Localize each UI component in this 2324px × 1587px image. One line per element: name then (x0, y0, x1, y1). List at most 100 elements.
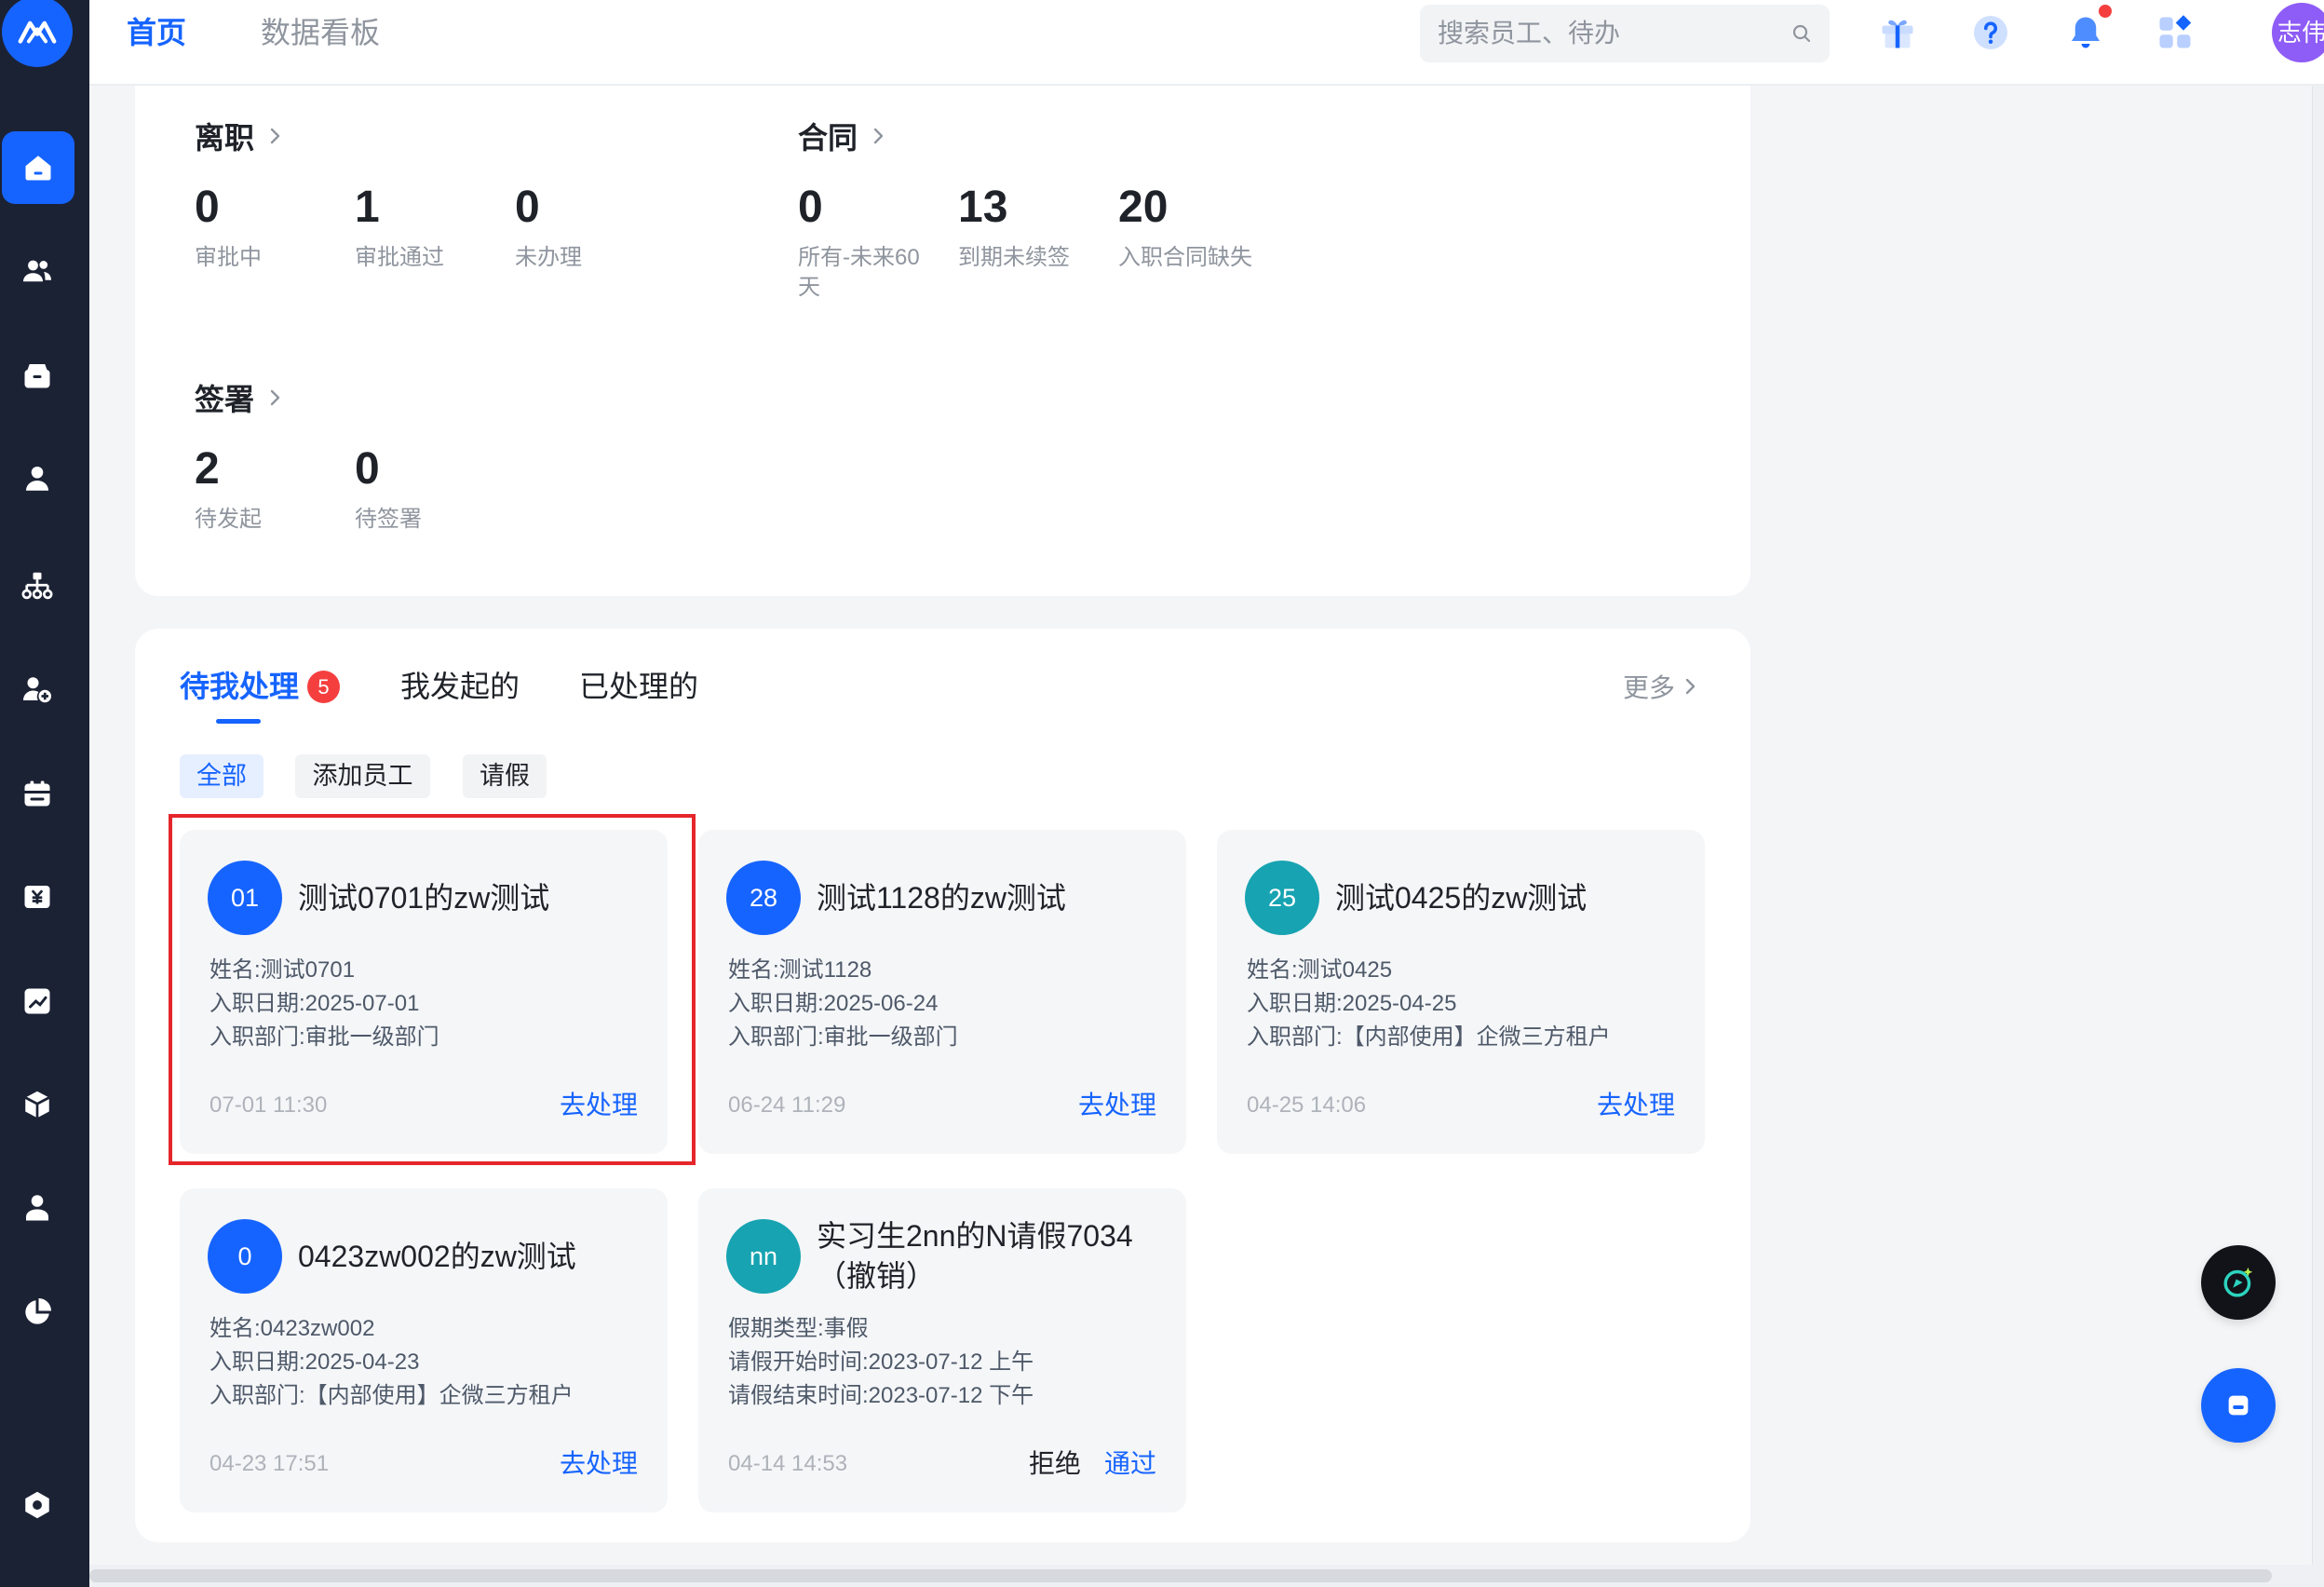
sidebar-item-analytics[interactable] (5, 1280, 70, 1345)
stat-signing-to-sign[interactable]: 0 待签署 (355, 441, 515, 535)
stat-contract-missing[interactable]: 20 入职合同缺失 (1118, 180, 1278, 303)
chat-button[interactable] (2201, 1368, 2276, 1443)
tab-initiated-by-me[interactable]: 我发起的 (400, 666, 520, 707)
stat-resignation-unprocessed[interactable]: 0 未办理 (515, 180, 675, 273)
chevron-right-icon (270, 389, 280, 406)
task-detail-line: 姓名:测试0425 (1247, 957, 1393, 983)
filter-chip-leave[interactable]: 请假 (463, 754, 547, 798)
resignation-group: 离职 0 审批中 1 审批通过 0 未办理 (195, 113, 675, 273)
apps-icon (2159, 15, 2192, 48)
process-button[interactable]: 去处理 (1078, 1088, 1156, 1123)
team-icon (23, 260, 51, 282)
sidebar-item-cube[interactable] (5, 1072, 70, 1137)
reject-button[interactable]: 拒绝 (1029, 1446, 1081, 1482)
process-button[interactable]: 去处理 (1597, 1088, 1675, 1123)
task-avatar: 28 (726, 861, 801, 935)
task-card[interactable]: 0 0423zw002的zw测试 姓名:0423zw002 入职日期:2025-… (180, 1188, 668, 1512)
apps-button[interactable] (2155, 13, 2195, 52)
pie-chart-icon (25, 1298, 51, 1324)
task-detail-line: 请假开始时间:2023-07-12 上午 (728, 1350, 1034, 1375)
profile-icon (26, 1195, 48, 1221)
stat-value: 13 (958, 183, 1008, 232)
add-user-icon (23, 677, 51, 703)
tab-data-dashboard[interactable]: 数据看板 (261, 11, 380, 54)
help-button[interactable] (1971, 13, 2010, 52)
tab-processed[interactable]: 已处理的 (579, 666, 698, 707)
horizontal-scrollbar[interactable] (89, 1565, 2324, 1587)
process-button[interactable]: 去处理 (560, 1088, 638, 1123)
stat-resignation-approved[interactable]: 1 审批通过 (355, 180, 515, 273)
search-input[interactable] (1420, 5, 1774, 62)
user-avatar[interactable]: 志伟 (2272, 3, 2324, 62)
task-card[interactable]: 25 测试0425的zw测试 姓名:测试0425 入职日期:2025-04-25… (1217, 830, 1705, 1154)
archive-icon (24, 364, 50, 388)
sidebar-item-add-user[interactable] (5, 657, 70, 722)
task-title: 测试0425的zw测试 (1335, 880, 1588, 915)
stat-value: 20 (1118, 183, 1169, 232)
stat-contract-not-renewed[interactable]: 13 到期未续签 (958, 180, 1118, 303)
notifications-button[interactable] (2066, 13, 2105, 52)
sidebar-item-report[interactable] (5, 969, 70, 1034)
chat-icon (2228, 1395, 2249, 1416)
stat-label: 待签署 (355, 507, 422, 532)
task-list: 01 测试0701的zw测试 姓名:测试0701 入职日期:2025-07-01… (180, 830, 1705, 1512)
sidebar-item-org-chart[interactable] (5, 553, 70, 618)
contract-title: 合同 (798, 121, 858, 155)
task-detail-line: 入职日期:2025-04-23 (209, 1350, 420, 1375)
filter-chip-add-employee[interactable]: 添加员工 (295, 754, 430, 798)
task-detail-line: 姓名:0423zw002 (209, 1316, 375, 1341)
more-link[interactable]: 更多 (1623, 668, 1701, 705)
task-title: 测试1128的zw测试 (817, 880, 1066, 915)
signing-title: 签署 (195, 383, 255, 416)
task-card[interactable]: 28 测试1128的zw测试 姓名:测试1128 入职日期:2025-06-24… (698, 830, 1186, 1154)
salary-icon (24, 886, 50, 908)
sidebar-item-profile[interactable] (5, 1175, 70, 1241)
sidebar-item-team[interactable] (5, 238, 70, 304)
more-label: 更多 (1623, 673, 1676, 702)
sidebar-item-archive[interactable] (5, 343, 70, 408)
tab-my-pending[interactable]: 待我处理 (180, 666, 299, 707)
stat-contract-expiring[interactable]: 0 所有-未来60天 (798, 180, 958, 303)
stat-value: 0 (355, 444, 380, 494)
ai-assistant-icon (2223, 1267, 2253, 1297)
settings-icon (25, 1491, 49, 1519)
hr-stats-card: 离职 0 审批中 1 审批通过 0 未办理 合同 0 所有-未来60天 13 到… (135, 37, 1750, 596)
sidebar-item-employee[interactable] (5, 446, 70, 511)
filter-chip-all[interactable]: 全部 (180, 754, 263, 798)
ai-assistant-button[interactable] (2201, 1245, 2276, 1320)
contract-title-link[interactable]: 合同 (798, 113, 1278, 159)
task-avatar: nn (726, 1219, 801, 1294)
process-button[interactable]: 去处理 (560, 1446, 638, 1482)
gift-button[interactable] (1878, 13, 1917, 52)
sidebar-item-home[interactable] (2, 131, 74, 204)
logo-icon[interactable] (2, 0, 73, 67)
search-icon[interactable] (1790, 22, 1813, 45)
top-header: 首页 数据看板 志伟 (89, 0, 2324, 86)
task-title: 0423zw002的zw测试 (298, 1239, 576, 1273)
task-card[interactable]: nn 实习生2nn的N请假7034（撤销） 假期类型:事假 请假开始时间:202… (698, 1188, 1186, 1512)
vertical-scrollbar[interactable] (2312, 86, 2324, 1565)
stat-signing-to-initiate[interactable]: 2 待发起 (195, 441, 355, 535)
sidebar-item-salary[interactable] (5, 864, 70, 929)
sidebar-item-calendar[interactable] (5, 761, 70, 826)
task-card[interactable]: 01 测试0701的zw测试 姓名:测试0701 入职日期:2025-07-01… (180, 830, 668, 1154)
task-avatar: 25 (1245, 861, 1319, 935)
tab-home[interactable]: 首页 (127, 11, 186, 54)
home-icon (25, 156, 51, 181)
task-detail-line: 入职日期:2025-04-25 (1247, 991, 1457, 1016)
stat-resignation-pending[interactable]: 0 审批中 (195, 180, 355, 273)
sidebar (0, 0, 89, 1587)
signing-title-link[interactable]: 签署 (195, 374, 515, 421)
sidebar-item-settings[interactable] (5, 1472, 70, 1538)
resignation-title-link[interactable]: 离职 (195, 113, 675, 159)
task-detail-line: 假期类型:事假 (728, 1316, 869, 1341)
task-details: 姓名:测试1128 入职日期:2025-06-24 入职部门:审批一级部门 (728, 954, 1166, 1054)
task-detail-line: 入职日期:2025-07-01 (209, 991, 420, 1016)
task-details: 姓名:测试0701 入职日期:2025-07-01 入职部门:审批一级部门 (209, 954, 647, 1054)
report-icon (24, 988, 50, 1014)
task-detail-line: 入职部门:审批一级部门 (209, 1024, 439, 1050)
approve-button[interactable]: 通过 (1104, 1446, 1156, 1482)
task-timestamp: 06-24 11:29 (728, 1092, 846, 1118)
horizontal-scrollbar-thumb[interactable] (89, 1569, 2272, 1582)
stat-value: 0 (195, 183, 220, 232)
